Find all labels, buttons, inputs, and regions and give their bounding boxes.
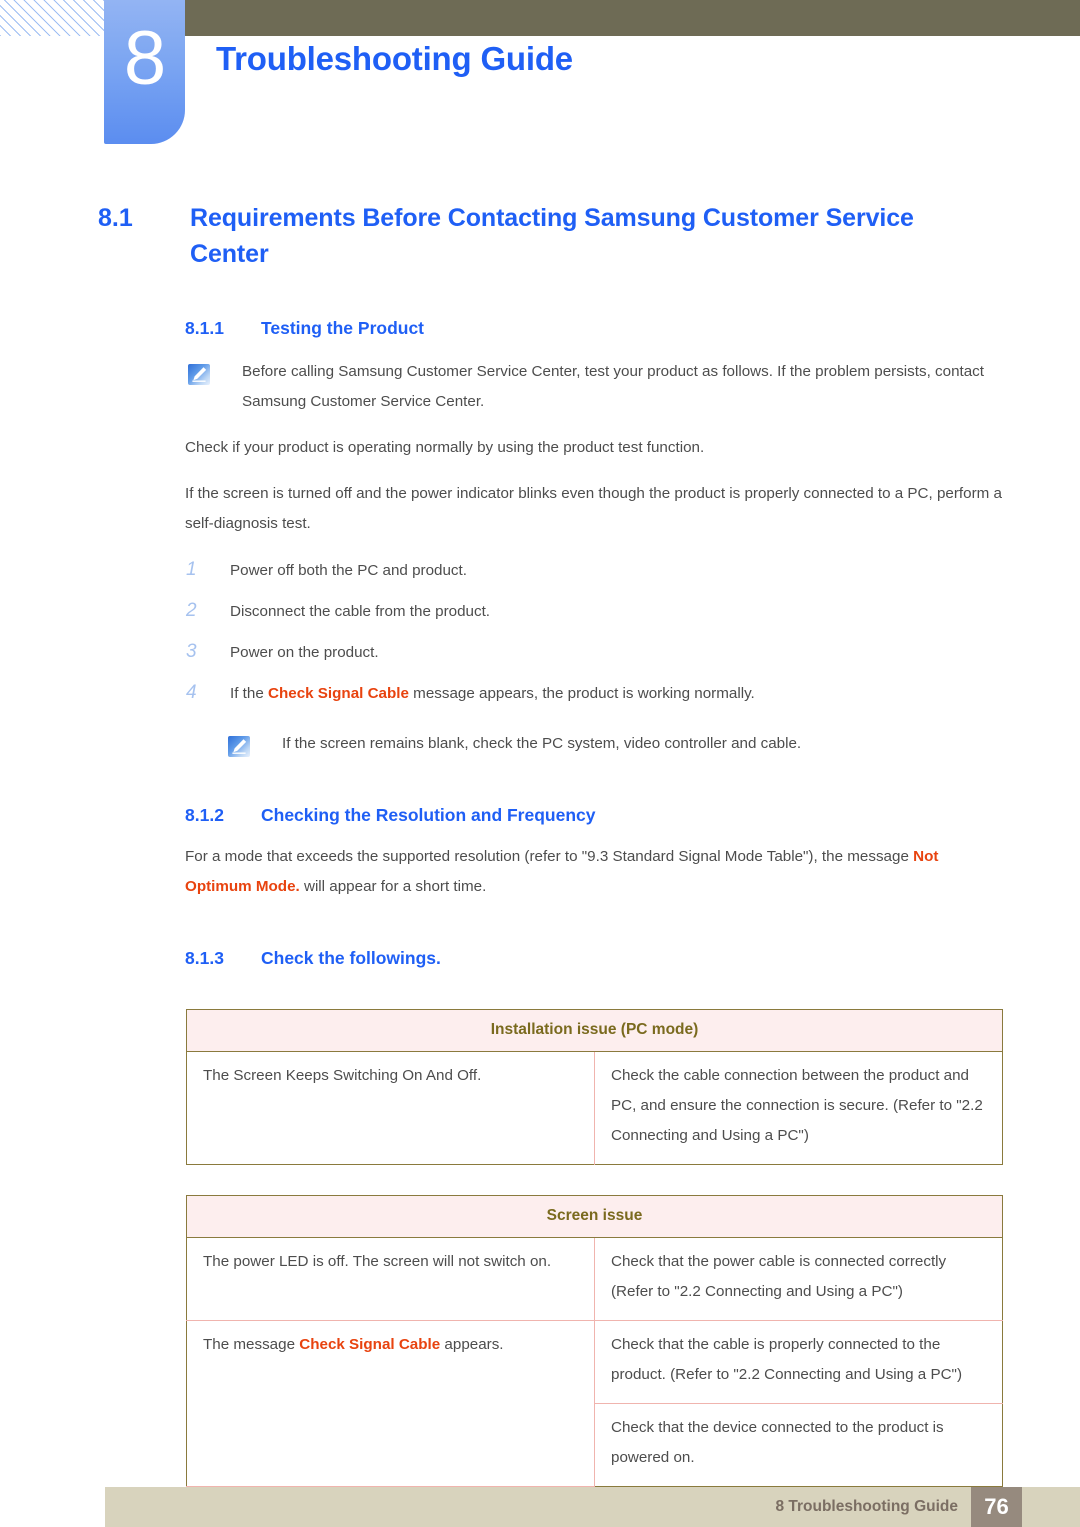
chapter-title: Troubleshooting Guide xyxy=(216,40,573,77)
table-cell-solution: Check the cable connection between the p… xyxy=(611,1067,983,1144)
note-block-2: If the screen remains blank, check the P… xyxy=(0,729,1080,759)
header-olive-bar xyxy=(185,0,1080,36)
table-header-installation-issue: Installation issue (PC mode) xyxy=(186,1009,1003,1052)
table-cell-solution: Check that the device connected to the p… xyxy=(611,1419,944,1466)
note-text-2: If the screen remains blank, check the P… xyxy=(282,735,802,752)
subsection-number-811: 8.1.1 xyxy=(185,318,224,338)
paragraph-test-function: Check if your product is operating norma… xyxy=(185,439,705,456)
table-cell-symptom: The power LED is off. The screen will no… xyxy=(186,1237,595,1321)
section-title: Requirements Before Contacting Samsung C… xyxy=(190,204,914,268)
table-header-row: Screen issue xyxy=(186,1195,1003,1238)
page-content: 8.1 Requirements Before Contacting Samsu… xyxy=(0,200,1080,1487)
list-item-number: 3 xyxy=(186,641,197,662)
highlight-check-signal-cable: Check Signal Cable xyxy=(268,685,409,702)
table-cell-solution: Check that the cable is properly connect… xyxy=(594,1320,1003,1404)
footer-chapter-label: 8 Troubleshooting Guide xyxy=(775,1498,958,1515)
list-item-number: 1 xyxy=(186,559,197,580)
table-cell-symptom: The Screen Keeps Switching On And Off. xyxy=(186,1051,595,1165)
page-footer: 8 Troubleshooting Guide 76 xyxy=(105,1487,1080,1527)
chapter-number-tab: 8 xyxy=(104,0,185,144)
table-row: The message Check Signal Cable appears. … xyxy=(186,1320,1003,1487)
list-item: 4 If the Check Signal Cable message appe… xyxy=(186,676,1080,711)
list-item-text-after: message appears, the product is working … xyxy=(408,685,755,702)
installation-issue-table: Installation issue (PC mode) The Screen … xyxy=(186,1009,1003,1165)
subsection-heading-812: 8.1.2 Checking the Resolution and Freque… xyxy=(0,805,1080,826)
page-number-box: 76 xyxy=(971,1487,1022,1527)
list-item: 2 Disconnect the cable from the product. xyxy=(186,594,1080,629)
chapter-number: 8 xyxy=(123,16,166,101)
list-item-number: 2 xyxy=(186,600,197,621)
table-row: The power LED is off. The screen will no… xyxy=(186,1237,1003,1321)
paragraph-text-after: will appear for a short time. xyxy=(299,878,487,895)
list-item-text: Power on the product. xyxy=(230,644,379,661)
paragraph-text-before: For a mode that exceeds the supported re… xyxy=(185,848,914,865)
table-header-row: Installation issue (PC mode) xyxy=(186,1009,1003,1052)
section-heading: 8.1 Requirements Before Contacting Samsu… xyxy=(0,200,1080,272)
subsection-number-813: 8.1.3 xyxy=(185,948,224,968)
section-number: 8.1 xyxy=(98,204,133,232)
screen-issue-table: Screen issue The power LED is off. The s… xyxy=(186,1195,1003,1487)
table-cell-symptom: The message Check Signal Cable appears. xyxy=(186,1320,595,1487)
list-item-number: 4 xyxy=(186,682,197,703)
subsection-title-812: Checking the Resolution and Frequency xyxy=(261,805,596,825)
note-block-1: Before calling Samsung Customer Service … xyxy=(0,357,1080,417)
table-cell-solution: Check that the power cable is connected … xyxy=(594,1237,1003,1321)
decorative-hatch-pattern xyxy=(0,0,108,36)
note-pen-icon xyxy=(188,364,210,385)
highlight-check-signal-cable: Check Signal Cable xyxy=(299,1336,441,1353)
note-text-1: Before calling Samsung Customer Service … xyxy=(242,363,984,410)
table-header-screen-issue: Screen issue xyxy=(186,1195,1003,1238)
page-header: 8 Troubleshooting Guide xyxy=(0,0,1080,160)
note-pen-icon xyxy=(228,736,250,757)
table-cell-text-before: The message xyxy=(203,1336,300,1353)
subsection-heading-813: 8.1.3 Check the followings. xyxy=(0,948,1080,969)
subsection-title-811: Testing the Product xyxy=(261,318,425,338)
list-item-text: Disconnect the cable from the product. xyxy=(230,603,491,620)
list-item-text-before: If the xyxy=(230,685,268,702)
list-item-text: Power off both the PC and product. xyxy=(230,562,467,579)
list-item: 1 Power off both the PC and product. xyxy=(186,553,1080,588)
subsection-title-813: Check the followings. xyxy=(261,948,441,968)
list-item-text: If the Check Signal Cable message appear… xyxy=(230,677,755,711)
subsection-number-812: 8.1.2 xyxy=(185,805,224,825)
table-row: The Screen Keeps Switching On And Off. C… xyxy=(186,1051,1003,1165)
subsection-heading-811: 8.1.1 Testing the Product xyxy=(0,318,1080,339)
paragraph-self-diagnosis: If the screen is turned off and the powe… xyxy=(185,485,1002,532)
paragraph-not-optimum-mode: For a mode that exceeds the supported re… xyxy=(0,842,1080,902)
list-item: 3 Power on the product. xyxy=(186,635,1080,670)
self-diagnosis-steps: 1 Power off both the PC and product. 2 D… xyxy=(0,553,1080,711)
table-cell-text-after: appears. xyxy=(440,1336,504,1353)
